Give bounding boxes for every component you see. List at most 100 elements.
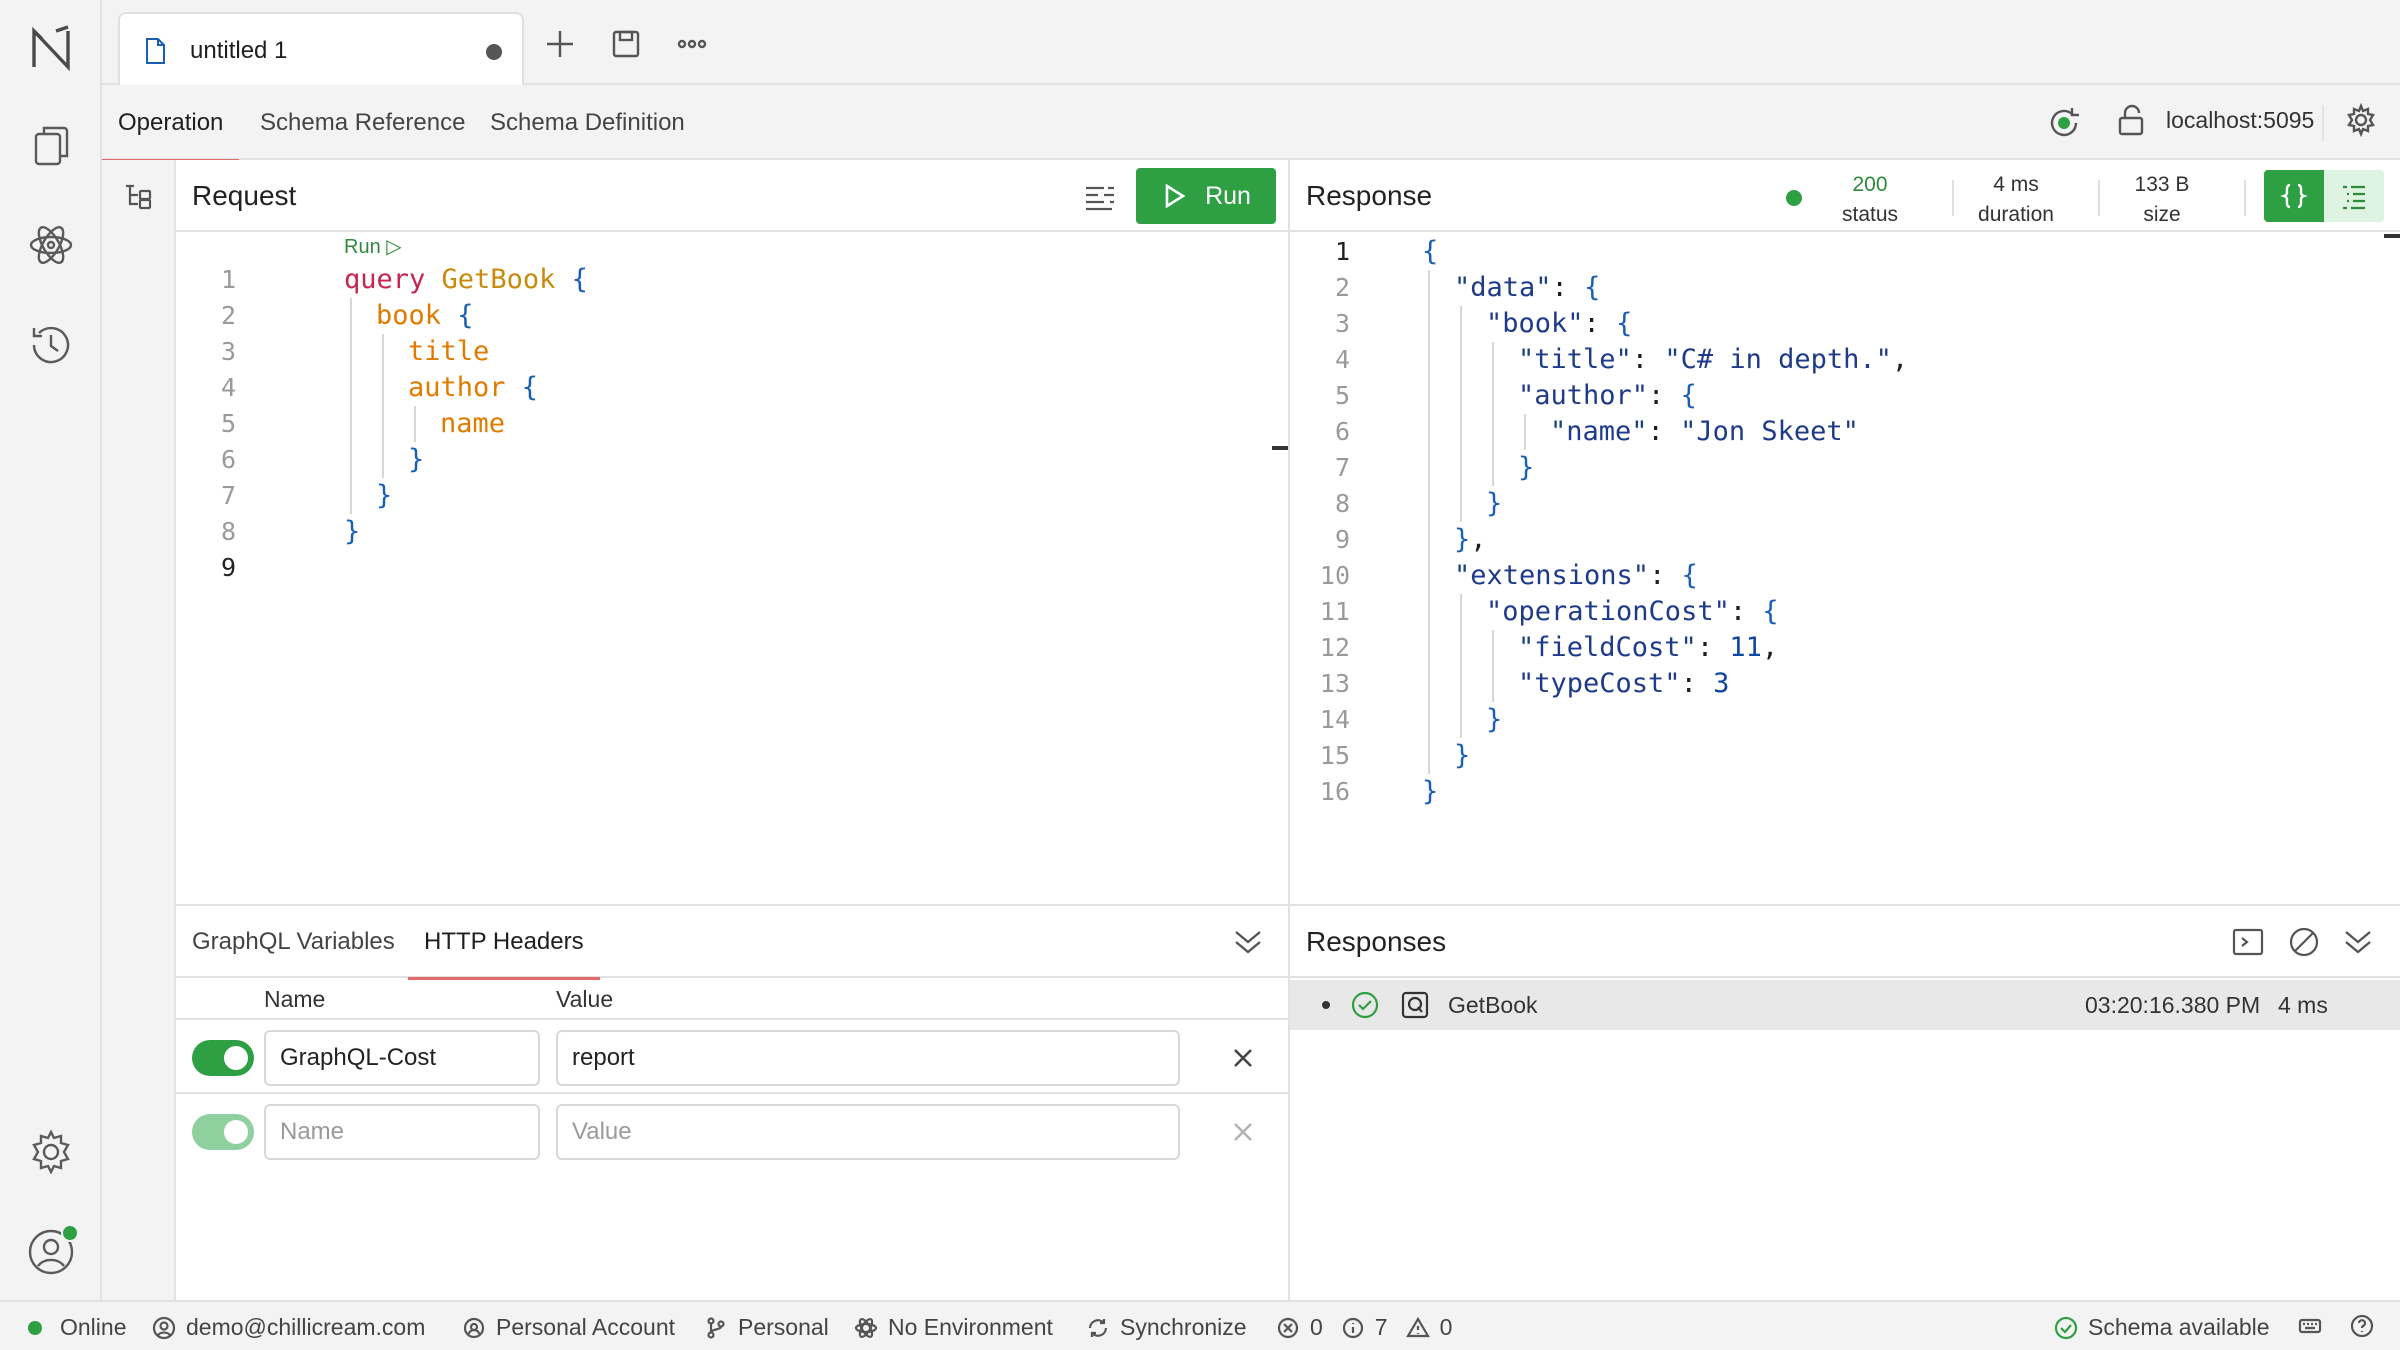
size-stat: 133 B size <box>2112 170 2212 230</box>
line-number: 8 <box>1334 489 1350 518</box>
indent-guide <box>1492 342 1494 378</box>
more-options-button[interactable] <box>670 22 714 66</box>
clear-responses-button[interactable] <box>2286 924 2322 960</box>
code-token: { <box>1762 596 1779 627</box>
editor-side-strip <box>102 160 176 1300</box>
code-token: } <box>1486 488 1503 519</box>
braces-icon <box>2280 183 2308 209</box>
account-avatar-icon[interactable] <box>21 1222 81 1282</box>
code-line: } <box>1454 738 1470 774</box>
help-icon <box>2350 1314 2374 1338</box>
tab-http-headers[interactable]: HTTP Headers <box>408 906 600 980</box>
response-title: Response <box>1306 180 1433 211</box>
synchronize-button[interactable]: Synchronize <box>1086 1314 1247 1341</box>
status-code: 200 <box>1852 173 1888 196</box>
run-button[interactable]: Run <box>1136 168 1276 224</box>
code-line: "fieldCost": 11, <box>1518 630 1778 666</box>
tab-schema-reference[interactable]: Schema Reference <box>260 85 465 160</box>
chevron-double-down-icon <box>1235 931 1261 954</box>
code-token: "operationCost" <box>1486 596 1730 627</box>
keyboard-shortcuts-button[interactable] <box>2298 1314 2332 1338</box>
user-account-status[interactable]: demo@chillicream.com <box>152 1314 425 1341</box>
info-icon <box>1342 1317 1363 1338</box>
indent-guide <box>1492 414 1494 450</box>
save-button[interactable] <box>604 22 648 66</box>
atom-schema-icon[interactable] <box>21 215 81 275</box>
collapse-panel-button[interactable] <box>1230 924 1266 960</box>
new-header-name-input[interactable]: Name <box>264 1104 540 1160</box>
header-name-input[interactable]: GraphQL-Cost <box>264 1030 540 1086</box>
indent-guide <box>1524 414 1526 450</box>
git-branch-icon <box>707 1316 725 1339</box>
tab-graphql-variables[interactable]: GraphQL Variables <box>192 906 395 978</box>
query-type-icon <box>1401 991 1429 1019</box>
code-token: book <box>376 300 458 331</box>
codelens-run-link[interactable]: Run ▷ <box>344 234 402 259</box>
code-token: "typeCost" <box>1518 668 1681 699</box>
schema-status[interactable]: Schema available <box>2054 1314 2270 1341</box>
document-tab[interactable]: untitled 1 <box>118 12 524 88</box>
code-line: } <box>1486 486 1502 522</box>
code-line: } <box>344 514 360 550</box>
plus-icon <box>547 31 573 57</box>
remove-header-button[interactable] <box>1226 1041 1260 1075</box>
indent-guide <box>1428 738 1430 774</box>
json-view-toggle[interactable] <box>2264 170 2324 222</box>
history-icon[interactable] <box>21 315 81 375</box>
environment-status[interactable]: No Environment <box>854 1314 1053 1341</box>
nitro-logo-icon[interactable] <box>21 18 81 78</box>
line-number: 9 <box>220 553 236 582</box>
list-tree-icon <box>2343 185 2365 210</box>
request-editor[interactable]: Run ▷ 1 query GetBook {2 book {3 title 4 auth… <box>176 234 1272 902</box>
line-number: 3 <box>1334 309 1350 338</box>
new-tab-button[interactable] <box>538 22 582 66</box>
settings-gear-icon[interactable] <box>21 1122 81 1182</box>
code-token: GetBook <box>441 264 572 295</box>
format-document-button[interactable] <box>1082 180 1118 216</box>
header-value-input[interactable]: report <box>556 1030 1180 1086</box>
request-scrollbar[interactable] <box>1272 446 1288 450</box>
error-icon <box>1277 1317 1299 1338</box>
tab-operation[interactable]: Operation <box>101 85 240 162</box>
code-line: "title": "C# in depth.", <box>1518 342 1908 378</box>
line-number: 4 <box>1334 345 1350 374</box>
app-window: untitled 1 Operation Schema Reference Sc… <box>0 0 2400 1350</box>
documents-icon[interactable] <box>21 115 81 175</box>
endpoint-selector[interactable]: localhost:5095 <box>2114 103 2314 137</box>
tab-schema-definition[interactable]: Schema Definition <box>490 85 685 160</box>
schema-status-label: Schema available <box>2088 1314 2270 1340</box>
help-button[interactable] <box>2350 1314 2384 1338</box>
collapse-responses-button[interactable] <box>2340 924 2376 960</box>
connection-settings-button[interactable] <box>2344 103 2378 137</box>
line-number: 5 <box>220 409 236 438</box>
organization-status[interactable]: Personal Account <box>462 1314 675 1341</box>
code-token: { <box>1422 236 1439 267</box>
line-number: 1 <box>220 265 236 294</box>
response-history-item[interactable]: GetBook 03:20:16.380 PM 4 ms <box>1290 980 2400 1030</box>
open-terminal-button[interactable] <box>2230 924 2266 960</box>
new-header-value-input[interactable]: Value <box>556 1104 1180 1160</box>
remove-new-header-button[interactable] <box>1226 1115 1260 1149</box>
polling-status-button[interactable] <box>2044 103 2084 143</box>
indent-guide <box>350 478 352 514</box>
workspace-status[interactable]: Personal <box>704 1314 829 1341</box>
new-header-enabled-toggle[interactable] <box>192 1114 254 1150</box>
environment-name: No Environment <box>888 1314 1053 1340</box>
indent-guide <box>382 334 384 370</box>
stat-divider <box>2098 180 2100 216</box>
response-scrollbar[interactable] <box>2384 234 2400 238</box>
line-number: 2 <box>1334 273 1350 302</box>
code-token: : <box>1649 560 1682 591</box>
online-status[interactable]: Online <box>28 1314 126 1341</box>
problems-indicator[interactable]: 0 7 0 <box>1276 1314 1452 1341</box>
header-enabled-toggle[interactable] <box>192 1040 254 1076</box>
duration-value: 4 ms <box>1993 173 2039 196</box>
line-number: 12 <box>1319 633 1350 662</box>
tree-view-toggle[interactable] <box>2324 170 2384 222</box>
response-editor[interactable]: 1{2 "data": {3 "book": {4 "title": "C# in d… <box>1290 234 2384 902</box>
code-token: : <box>1551 272 1585 303</box>
toggle-document-explorer-button[interactable] <box>120 178 158 216</box>
indent-guide <box>1428 666 1430 702</box>
code-token: { <box>1681 560 1698 591</box>
code-line: "typeCost": 3 <box>1518 666 1729 702</box>
